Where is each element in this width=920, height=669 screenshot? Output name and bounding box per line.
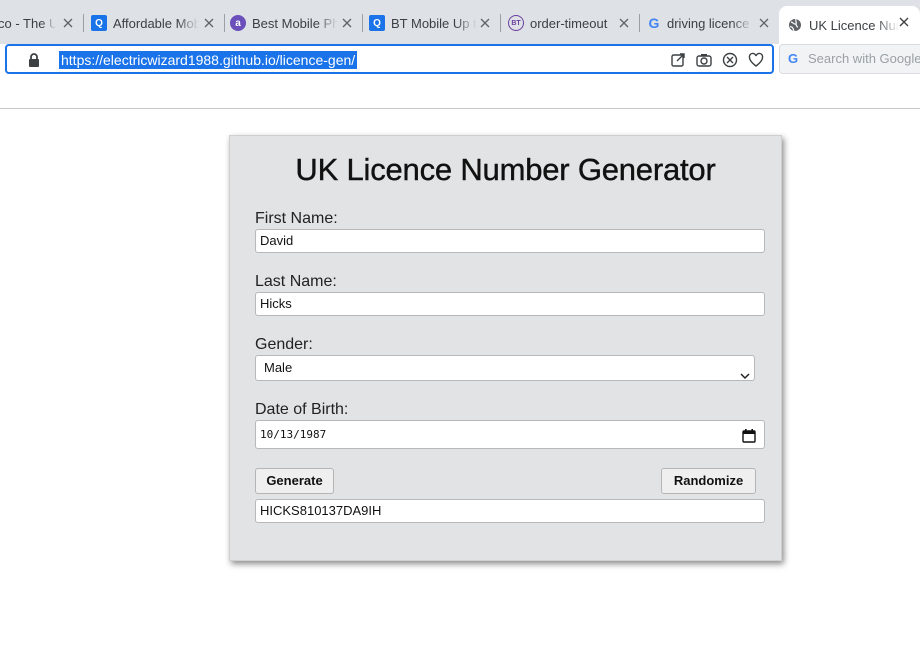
close-icon[interactable]: [896, 14, 912, 30]
tab-driving-licence[interactable]: G driving licence n: [647, 9, 772, 37]
close-icon[interactable]: [201, 15, 217, 31]
google-favicon-icon: G: [648, 15, 660, 31]
dob-date-input[interactable]: 10/13/1987: [255, 420, 765, 449]
a-favicon-icon: a: [230, 15, 246, 31]
q-favicon-icon: Q: [369, 15, 385, 31]
close-icon[interactable]: [339, 15, 355, 31]
chevron-down-icon: [740, 364, 750, 380]
tab-title: driving licence n: [667, 15, 753, 31]
close-icon[interactable]: [60, 15, 76, 31]
tab-order-timeout[interactable]: BT order-timeout: [508, 9, 640, 37]
tab-divider: [224, 14, 225, 32]
tab-divider: [362, 14, 363, 32]
tab-uk-licence-number[interactable]: UK Licence Number: [779, 6, 920, 44]
gender-selected-value: Male: [264, 360, 293, 375]
tab-title: BT Mobile Up to: [391, 15, 477, 31]
dob-value: 10/13/1987: [260, 428, 327, 441]
heart-icon[interactable]: [747, 51, 765, 69]
randomize-button[interactable]: Randomize: [661, 468, 756, 494]
tab-divider: [500, 14, 501, 32]
close-icon[interactable]: [616, 15, 632, 31]
bookmarks-bar: [0, 76, 920, 109]
last-name-input[interactable]: Hicks: [255, 292, 765, 316]
generate-button[interactable]: Generate: [255, 468, 334, 494]
gender-select[interactable]: Male: [255, 355, 755, 381]
block-icon[interactable]: [721, 51, 739, 69]
page-title: UK Licence Number Generator: [295, 152, 716, 187]
tab-title: Affordable Mobile: [113, 15, 199, 31]
tab-divider: [639, 14, 640, 32]
licence-generator-form: UK Licence Number Generator First Name: …: [229, 135, 782, 561]
browser-toolbar: https://electricwizard1988.github.io/lic…: [0, 44, 920, 76]
last-name-label: Last Name:: [255, 273, 337, 290]
tab-title: co - The UK: [0, 15, 56, 31]
search-placeholder: Search with Google: [808, 51, 920, 66]
close-icon[interactable]: [477, 15, 493, 31]
tab-strip: co - The UK Q Affordable Mobile a Best M…: [0, 0, 920, 44]
search-input[interactable]: G Search with Google: [779, 44, 920, 74]
share-edit-icon[interactable]: [669, 51, 687, 69]
q-favicon-icon: Q: [91, 15, 107, 31]
close-icon[interactable]: [756, 15, 772, 31]
tab-title: Best Mobile Phone: [252, 15, 338, 31]
tab-bt-mobile[interactable]: Q BT Mobile Up to: [369, 9, 501, 37]
tab-title: UK Licence Number: [809, 17, 899, 33]
camera-icon[interactable]: [695, 51, 713, 69]
dob-label: Date of Birth:: [255, 401, 349, 418]
calendar-icon[interactable]: [742, 426, 756, 443]
licence-number-output[interactable]: HICKS810137DA9IH: [255, 499, 765, 523]
tab-best-mobile-phone[interactable]: a Best Mobile Phone: [230, 9, 363, 37]
first-name-input[interactable]: David: [255, 229, 765, 253]
tab-affordable-mobile[interactable]: Q Affordable Mobile: [91, 9, 225, 37]
address-url[interactable]: https://electricwizard1988.github.io/lic…: [59, 51, 358, 69]
first-name-label: First Name:: [255, 210, 338, 227]
lock-icon[interactable]: [27, 52, 41, 68]
tab-tesco[interactable]: co - The UK: [0, 9, 84, 37]
tab-title: order-timeout: [530, 15, 608, 31]
google-icon: G: [788, 51, 799, 66]
bt-favicon-icon: BT: [508, 15, 524, 31]
address-bar[interactable]: https://electricwizard1988.github.io/lic…: [5, 44, 774, 74]
gender-label: Gender:: [255, 336, 313, 353]
globe-icon: [787, 17, 803, 33]
tab-divider: [83, 14, 84, 32]
